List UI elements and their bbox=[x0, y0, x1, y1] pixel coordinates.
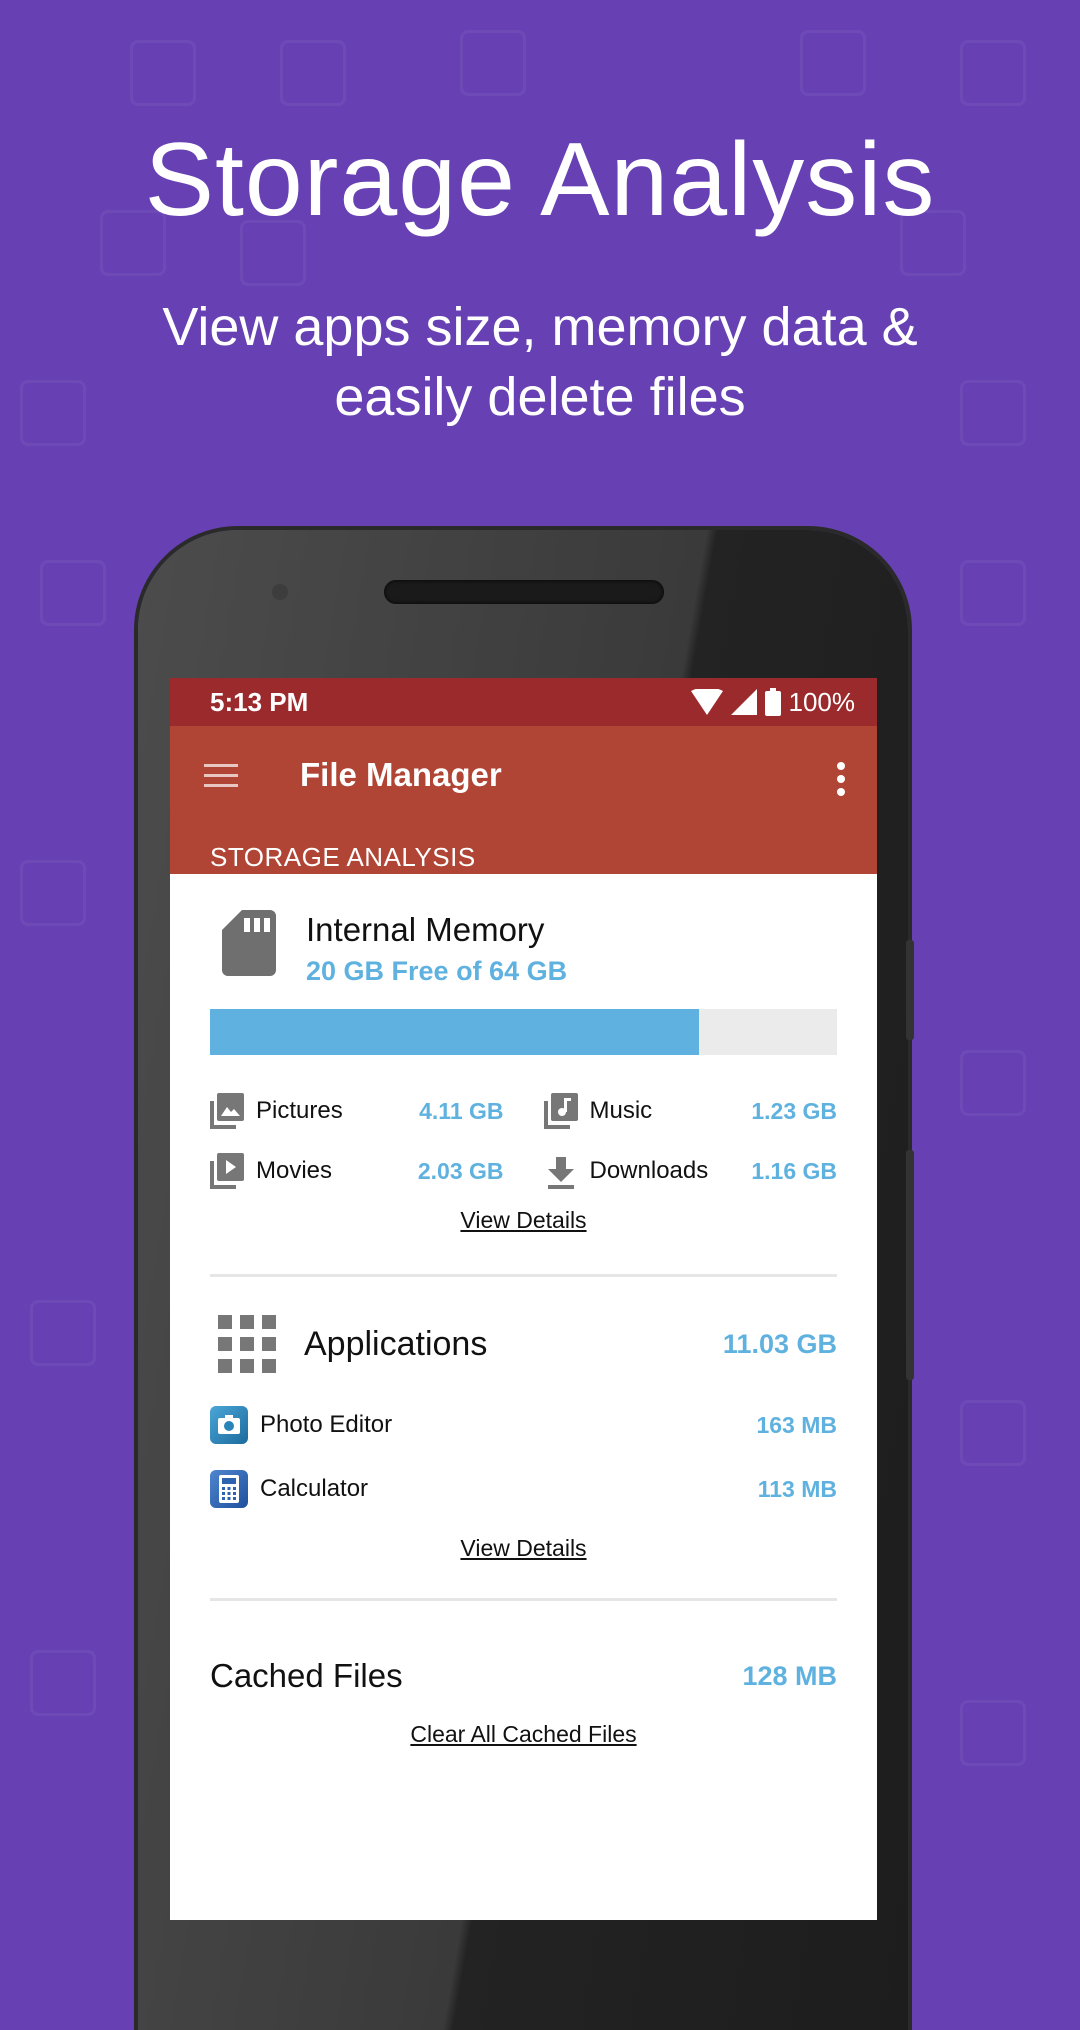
sd-card-icon bbox=[222, 910, 276, 976]
section-divider bbox=[210, 1274, 837, 1277]
download-icon bbox=[547, 1157, 574, 1189]
hero-subtitle-line1: View apps size, memory data & bbox=[162, 297, 918, 357]
app-title: File Manager bbox=[300, 756, 502, 793]
battery-percent: 100% bbox=[788, 686, 856, 717]
memory-view-details-link[interactable]: View Details bbox=[210, 1207, 837, 1234]
calculator-app-icon bbox=[210, 1470, 248, 1508]
category-name: Downloads bbox=[589, 1157, 709, 1184]
cached-files-title: Cached Files bbox=[210, 1657, 403, 1694]
signal-icon bbox=[730, 689, 757, 715]
phone-screen: 5:13 PM 100% File Manager STORAGE ANALYS… bbox=[170, 678, 877, 1920]
apps-view-details-link[interactable]: View Details bbox=[210, 1535, 837, 1562]
category-size: 4.11 GB bbox=[419, 1097, 504, 1124]
more-options-icon[interactable] bbox=[837, 762, 847, 801]
category-name: Pictures bbox=[256, 1097, 343, 1124]
category-downloads[interactable]: Downloads 1.16 GB bbox=[544, 1141, 837, 1201]
phone-side-button bbox=[906, 1150, 914, 1380]
movies-icon bbox=[210, 1153, 244, 1189]
phone-side-button bbox=[906, 940, 914, 1040]
section-title: STORAGE ANALYSIS bbox=[210, 842, 476, 872]
internal-memory-free: 20 GB Free of 64 GB bbox=[306, 956, 568, 986]
category-pictures[interactable]: Pictures 4.11 GB bbox=[210, 1081, 504, 1141]
storage-usage-fill bbox=[210, 1009, 700, 1055]
camera-app-icon bbox=[210, 1406, 248, 1444]
applications-total: 11.03 GB bbox=[722, 1328, 837, 1359]
wifi-icon bbox=[690, 689, 723, 715]
category-name: Movies bbox=[256, 1157, 333, 1184]
cached-files-row: Cached Files 128 MB bbox=[210, 1657, 837, 1695]
status-time: 5:13 PM bbox=[210, 686, 309, 717]
internal-memory-title: Internal Memory bbox=[306, 911, 545, 948]
app-name: Calculator bbox=[260, 1475, 369, 1502]
battery-icon bbox=[764, 688, 781, 716]
category-size: 2.03 GB bbox=[417, 1157, 504, 1184]
hero-title: Storage Analysis bbox=[144, 122, 936, 238]
app-list: Photo Editor 163 MB Calculator 113 MB bbox=[210, 1395, 837, 1519]
storage-usage-bar bbox=[210, 1009, 837, 1055]
app-size: 163 MB bbox=[756, 1411, 837, 1438]
category-name: Music bbox=[589, 1097, 653, 1124]
phone-speaker bbox=[384, 580, 664, 604]
category-grid: Pictures 4.11 GB Music 1.23 GB Movies 2.… bbox=[210, 1081, 837, 1201]
apps-grid-icon bbox=[218, 1315, 276, 1373]
hero-subtitle: View apps size, memory data & easily del… bbox=[0, 292, 1080, 432]
category-size: 1.23 GB bbox=[751, 1097, 837, 1124]
category-music[interactable]: Music 1.23 GB bbox=[543, 1081, 837, 1141]
app-name: Photo Editor bbox=[260, 1411, 393, 1438]
app-row-calculator[interactable]: Calculator 113 MB bbox=[210, 1459, 837, 1519]
hero-subtitle-line2: easily delete files bbox=[334, 367, 746, 427]
clear-cached-files-link[interactable]: Clear All Cached Files bbox=[210, 1721, 837, 1748]
pictures-icon bbox=[210, 1093, 244, 1129]
music-icon bbox=[543, 1093, 578, 1129]
applications-title: Applications bbox=[304, 1324, 488, 1363]
section-divider bbox=[210, 1598, 837, 1601]
hamburger-menu-icon[interactable] bbox=[204, 764, 238, 790]
app-row-photo-editor[interactable]: Photo Editor 163 MB bbox=[210, 1395, 837, 1455]
internal-memory-header: Internal Memory 20 GB Free of 64 GB bbox=[210, 874, 837, 987]
front-camera bbox=[272, 584, 288, 600]
app-bar: File Manager STORAGE ANALYSIS bbox=[170, 726, 877, 874]
status-bar: 5:13 PM 100% bbox=[170, 678, 877, 726]
applications-header: Applications 11.03 GB bbox=[210, 1315, 837, 1373]
app-size: 113 MB bbox=[757, 1475, 837, 1502]
cached-files-size: 128 MB bbox=[742, 1660, 837, 1691]
category-movies[interactable]: Movies 2.03 GB bbox=[210, 1141, 504, 1201]
category-size: 1.16 GB bbox=[751, 1157, 837, 1184]
